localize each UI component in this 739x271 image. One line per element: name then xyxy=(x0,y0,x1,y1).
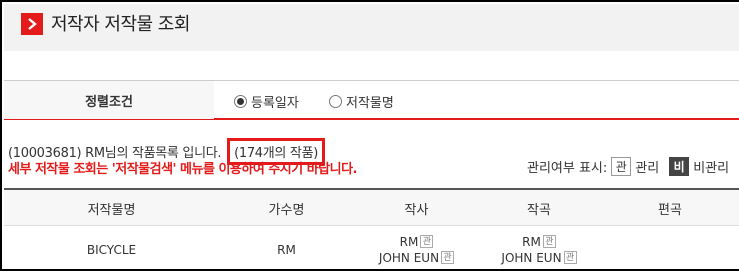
lyricist-cell: RM 관 JOHN EUN 관 xyxy=(354,226,479,269)
work-title-cell[interactable]: BICYCLE xyxy=(4,226,219,269)
unmanaged-label: 비관리 xyxy=(693,161,730,176)
arranger-cell xyxy=(599,226,739,269)
radio-selected-icon[interactable] xyxy=(234,95,247,108)
sort-condition-row: 정렬조건 등록일자 저작물명 xyxy=(4,80,739,120)
table-row: BICYCLE RM RM 관 JOHN EUN 관 RM 관 JOHN EUN… xyxy=(4,226,739,269)
page-title: 저작자 저작물 조회 xyxy=(51,14,190,35)
column-header-lyricist: 작사 xyxy=(404,202,429,218)
sort-option-label: 등록일자 xyxy=(251,96,299,111)
managed-badge: 관 xyxy=(420,235,434,248)
unmanaged-badge: 비 xyxy=(669,157,690,176)
column-header-title: 저작물명 xyxy=(87,202,136,218)
sort-label: 정렬조건 xyxy=(4,81,214,119)
composer-entry: RM 관 xyxy=(522,235,556,249)
radio-unselected-icon[interactable] xyxy=(329,95,342,108)
lyricist-name: JOHN EUN xyxy=(378,250,440,265)
composer-name: RM xyxy=(522,234,541,249)
managed-badge: 관 xyxy=(563,251,577,264)
composer-name: JOHN EUN xyxy=(501,250,562,265)
lyricist-name: RM xyxy=(399,234,419,249)
legend-label: 관리여부 표시: xyxy=(527,161,608,176)
singer-cell: RM xyxy=(277,242,296,257)
table-header: 저작물명 가수명 작사 작곡 편곡 xyxy=(4,188,739,226)
sort-option-label: 저작물명 xyxy=(346,96,394,111)
column-header-singer: 가수명 xyxy=(268,202,305,218)
column-header-arranger: 편곡 xyxy=(658,202,682,218)
column-header-composer: 작곡 xyxy=(527,202,551,218)
search-notice: 세부 저작물 조회는 '저작물검색' 메뉴를 이용하여 주시기 바랍니다. xyxy=(8,162,358,177)
management-legend: 관리여부 표시: 관 관리 비 비관리 xyxy=(527,157,729,176)
lyricist-entry: RM 관 xyxy=(400,235,434,249)
lyricist-entry: JOHN EUN 관 xyxy=(378,250,455,265)
managed-badge: 관 xyxy=(611,157,632,176)
title-bar: 저작자 저작물 조회 xyxy=(4,4,739,51)
managed-badge: 관 xyxy=(542,235,556,248)
composer-cell: RM 관 JOHN EUN 관 xyxy=(479,226,599,269)
composer-entry: JOHN EUN 관 xyxy=(501,250,577,265)
sort-option-registration-date[interactable]: 등록일자 xyxy=(234,92,299,111)
chevron-right-icon xyxy=(21,13,43,35)
managed-badge: 관 xyxy=(441,251,455,264)
page-frame: 저작자 저작물 조회 정렬조건 등록일자 저작물명 (10003681) RM님… xyxy=(0,0,739,271)
managed-label: 관리 xyxy=(635,161,660,176)
sort-option-work-title[interactable]: 저작물명 xyxy=(329,92,394,111)
